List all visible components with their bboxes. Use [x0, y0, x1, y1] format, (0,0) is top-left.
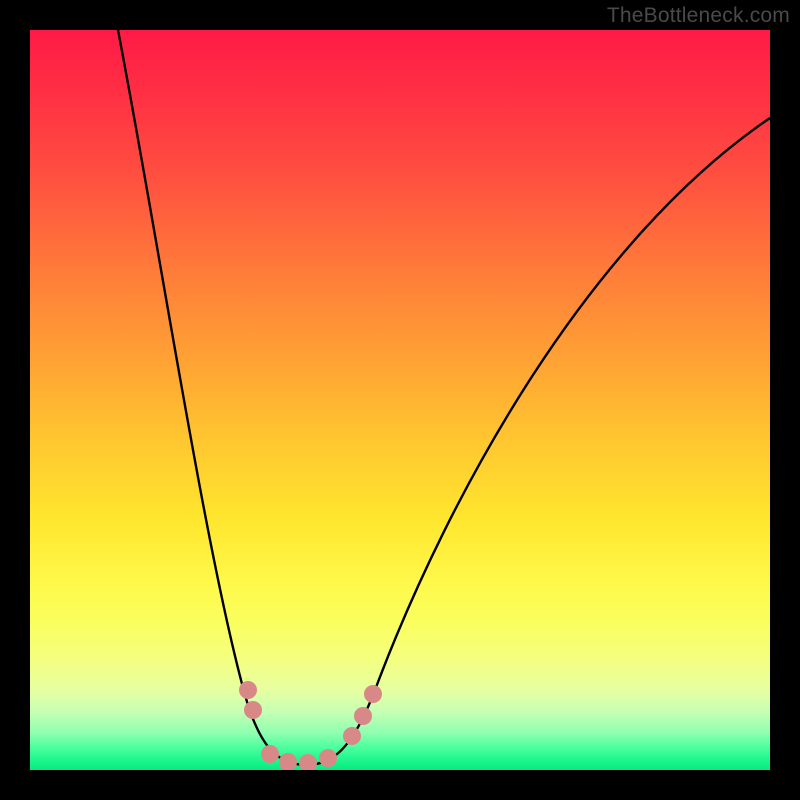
curve-marker	[279, 753, 297, 770]
plot-area	[30, 30, 770, 770]
curve-marker	[354, 707, 372, 725]
curve-marker	[244, 701, 262, 719]
curve-marker	[239, 681, 257, 699]
watermark-text: TheBottleneck.com	[607, 4, 790, 28]
curve-marker	[299, 754, 317, 770]
curve-marker	[364, 685, 382, 703]
curve-marker	[343, 727, 361, 745]
bottleneck-curve-svg	[30, 30, 770, 770]
bottleneck-curve	[118, 30, 770, 765]
chart-frame: TheBottleneck.com	[0, 0, 800, 800]
curve-marker	[261, 745, 279, 763]
curve-marker	[319, 749, 337, 767]
